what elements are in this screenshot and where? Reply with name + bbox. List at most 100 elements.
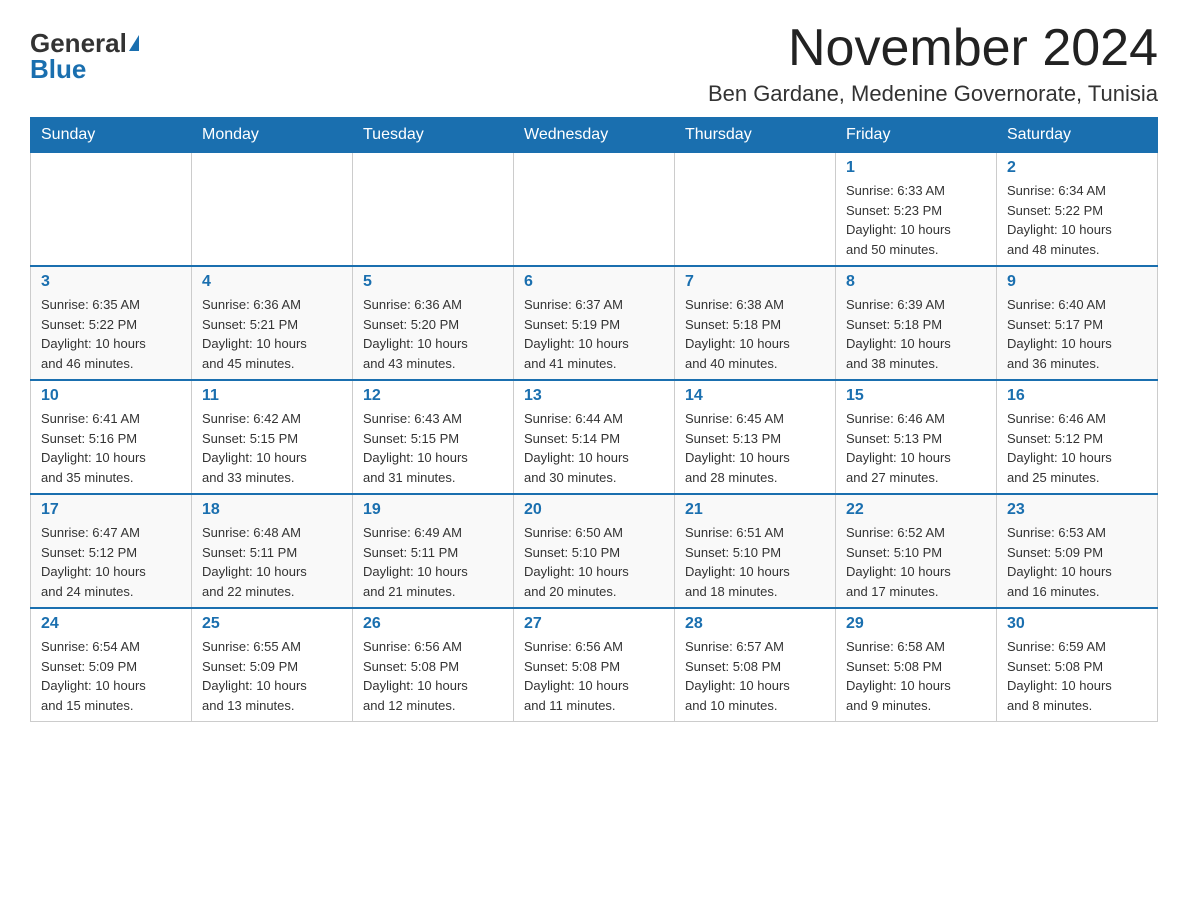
calendar-header-monday: Monday [192,118,353,153]
calendar-cell: 23Sunrise: 6:53 AM Sunset: 5:09 PM Dayli… [997,494,1158,608]
day-info: Sunrise: 6:51 AM Sunset: 5:10 PM Dayligh… [685,523,825,601]
calendar-cell [675,153,836,267]
calendar-cell: 17 Sunrise: 6:47 AM Sunset: 5:12 PM Dayli… [31,494,192,608]
day-info: Sunrise: 6:48 AM Sunset: 5:11 PM Dayligh… [202,523,342,601]
day-info: Sunrise: 6:45 AM Sunset: 5:13 PM Dayligh… [685,409,825,487]
day-number: 1 [846,159,986,177]
day-number: 7 [685,273,825,291]
calendar-cell: 15 Sunrise: 6:46 AM Sunset: 5:13 PM Dayli… [836,380,997,494]
day-info: Sunrise: 6:36 AM Sunset: 5:21 PM Dayligh… [202,295,342,373]
calendar-cell: 11Sunrise: 6:42 AM Sunset: 5:15 PM Dayli… [192,380,353,494]
logo-blue-text: Blue [30,56,86,82]
calendar-week-row: 10 Sunrise: 6:41 AM Sunset: 5:16 PM Dayli… [31,380,1158,494]
header: General Blue November 2024 Ben Gardane, … [30,20,1158,107]
day-number: 6 [524,273,664,291]
day-info: Sunrise: 6:55 AM Sunset: 5:09 PM Dayligh… [202,637,342,715]
calendar-cell: 8Sunrise: 6:39 AM Sunset: 5:18 PM Daylig… [836,266,997,380]
calendar-cell: 18 Sunrise: 6:48 AM Sunset: 5:11 PM Dayli… [192,494,353,608]
day-number: 4 [202,273,342,291]
calendar-cell: 13Sunrise: 6:44 AM Sunset: 5:14 PM Dayli… [514,380,675,494]
day-number: 21 [685,501,825,519]
day-number: 17 [41,501,181,519]
calendar-cell: 4 Sunrise: 6:36 AM Sunset: 5:21 PM Daylig… [192,266,353,380]
day-info: Sunrise: 6:56 AM Sunset: 5:08 PM Dayligh… [524,637,664,715]
day-number: 29 [846,615,986,633]
day-number: 2 [1007,159,1147,177]
calendar-cell: 24 Sunrise: 6:54 AM Sunset: 5:09 PM Dayli… [31,608,192,722]
calendar-header-friday: Friday [836,118,997,153]
day-info: Sunrise: 6:46 AM Sunset: 5:12 PM Dayligh… [1007,409,1147,487]
day-info: Sunrise: 6:50 AM Sunset: 5:10 PM Dayligh… [524,523,664,601]
calendar-cell: 14 Sunrise: 6:45 AM Sunset: 5:13 PM Dayli… [675,380,836,494]
day-info: Sunrise: 6:49 AM Sunset: 5:11 PM Dayligh… [363,523,503,601]
calendar-header-sunday: Sunday [31,118,192,153]
day-info: Sunrise: 6:43 AM Sunset: 5:15 PM Dayligh… [363,409,503,487]
calendar-week-row: 1Sunrise: 6:33 AM Sunset: 5:23 PM Daylig… [31,153,1158,267]
day-number: 25 [202,615,342,633]
calendar-cell: 27 Sunrise: 6:56 AM Sunset: 5:08 PM Dayli… [514,608,675,722]
calendar-cell: 26 Sunrise: 6:56 AM Sunset: 5:08 PM Dayli… [353,608,514,722]
day-info: Sunrise: 6:46 AM Sunset: 5:13 PM Dayligh… [846,409,986,487]
day-number: 18 [202,501,342,519]
day-number: 9 [1007,273,1147,291]
calendar-cell [192,153,353,267]
day-info: Sunrise: 6:56 AM Sunset: 5:08 PM Dayligh… [363,637,503,715]
day-info: Sunrise: 6:44 AM Sunset: 5:14 PM Dayligh… [524,409,664,487]
calendar-cell: 21 Sunrise: 6:51 AM Sunset: 5:10 PM Dayli… [675,494,836,608]
calendar-cell: 1Sunrise: 6:33 AM Sunset: 5:23 PM Daylig… [836,153,997,267]
day-info: Sunrise: 6:52 AM Sunset: 5:10 PM Dayligh… [846,523,986,601]
calendar-cell: 30Sunrise: 6:59 AM Sunset: 5:08 PM Dayli… [997,608,1158,722]
logo-triangle-icon [129,35,139,51]
calendar-cell: 3Sunrise: 6:35 AM Sunset: 5:22 PM Daylig… [31,266,192,380]
subtitle: Ben Gardane, Medenine Governorate, Tunis… [708,81,1158,107]
day-number: 5 [363,273,503,291]
calendar-header-thursday: Thursday [675,118,836,153]
day-number: 28 [685,615,825,633]
calendar-header-saturday: Saturday [997,118,1158,153]
day-info: Sunrise: 6:37 AM Sunset: 5:19 PM Dayligh… [524,295,664,373]
calendar-week-row: 3Sunrise: 6:35 AM Sunset: 5:22 PM Daylig… [31,266,1158,380]
calendar-cell: 2 Sunrise: 6:34 AM Sunset: 5:22 PM Daylig… [997,153,1158,267]
day-number: 30 [1007,615,1147,633]
day-info: Sunrise: 6:41 AM Sunset: 5:16 PM Dayligh… [41,409,181,487]
day-number: 12 [363,387,503,405]
logo-general-text: General [30,30,127,56]
day-number: 10 [41,387,181,405]
day-info: Sunrise: 6:36 AM Sunset: 5:20 PM Dayligh… [363,295,503,373]
day-info: Sunrise: 6:58 AM Sunset: 5:08 PM Dayligh… [846,637,986,715]
day-number: 22 [846,501,986,519]
calendar-cell: 9 Sunrise: 6:40 AM Sunset: 5:17 PM Daylig… [997,266,1158,380]
calendar-table: SundayMondayTuesdayWednesdayThursdayFrid… [30,117,1158,722]
day-number: 11 [202,387,342,405]
day-number: 15 [846,387,986,405]
main-title: November 2024 [708,20,1158,77]
calendar-week-row: 17 Sunrise: 6:47 AM Sunset: 5:12 PM Dayli… [31,494,1158,608]
day-info: Sunrise: 6:54 AM Sunset: 5:09 PM Dayligh… [41,637,181,715]
calendar-cell: 19 Sunrise: 6:49 AM Sunset: 5:11 PM Dayli… [353,494,514,608]
calendar-header-tuesday: Tuesday [353,118,514,153]
day-info: Sunrise: 6:47 AM Sunset: 5:12 PM Dayligh… [41,523,181,601]
day-info: Sunrise: 6:57 AM Sunset: 5:08 PM Dayligh… [685,637,825,715]
day-info: Sunrise: 6:34 AM Sunset: 5:22 PM Dayligh… [1007,181,1147,259]
day-number: 14 [685,387,825,405]
day-number: 24 [41,615,181,633]
calendar-cell: 6 Sunrise: 6:37 AM Sunset: 5:19 PM Daylig… [514,266,675,380]
calendar-week-row: 24 Sunrise: 6:54 AM Sunset: 5:09 PM Dayli… [31,608,1158,722]
day-info: Sunrise: 6:35 AM Sunset: 5:22 PM Dayligh… [41,295,181,373]
day-number: 20 [524,501,664,519]
calendar-header-wednesday: Wednesday [514,118,675,153]
calendar-cell: 29 Sunrise: 6:58 AM Sunset: 5:08 PM Dayli… [836,608,997,722]
day-info: Sunrise: 6:40 AM Sunset: 5:17 PM Dayligh… [1007,295,1147,373]
day-number: 19 [363,501,503,519]
day-number: 8 [846,273,986,291]
calendar-cell: 5 Sunrise: 6:36 AM Sunset: 5:20 PM Daylig… [353,266,514,380]
calendar-header-row: SundayMondayTuesdayWednesdayThursdayFrid… [31,118,1158,153]
calendar-cell [353,153,514,267]
day-number: 26 [363,615,503,633]
logo: General Blue [30,30,139,82]
calendar-cell [514,153,675,267]
calendar-cell: 22 Sunrise: 6:52 AM Sunset: 5:10 PM Dayli… [836,494,997,608]
day-info: Sunrise: 6:53 AM Sunset: 5:09 PM Dayligh… [1007,523,1147,601]
calendar-cell: 28 Sunrise: 6:57 AM Sunset: 5:08 PM Dayli… [675,608,836,722]
day-number: 27 [524,615,664,633]
